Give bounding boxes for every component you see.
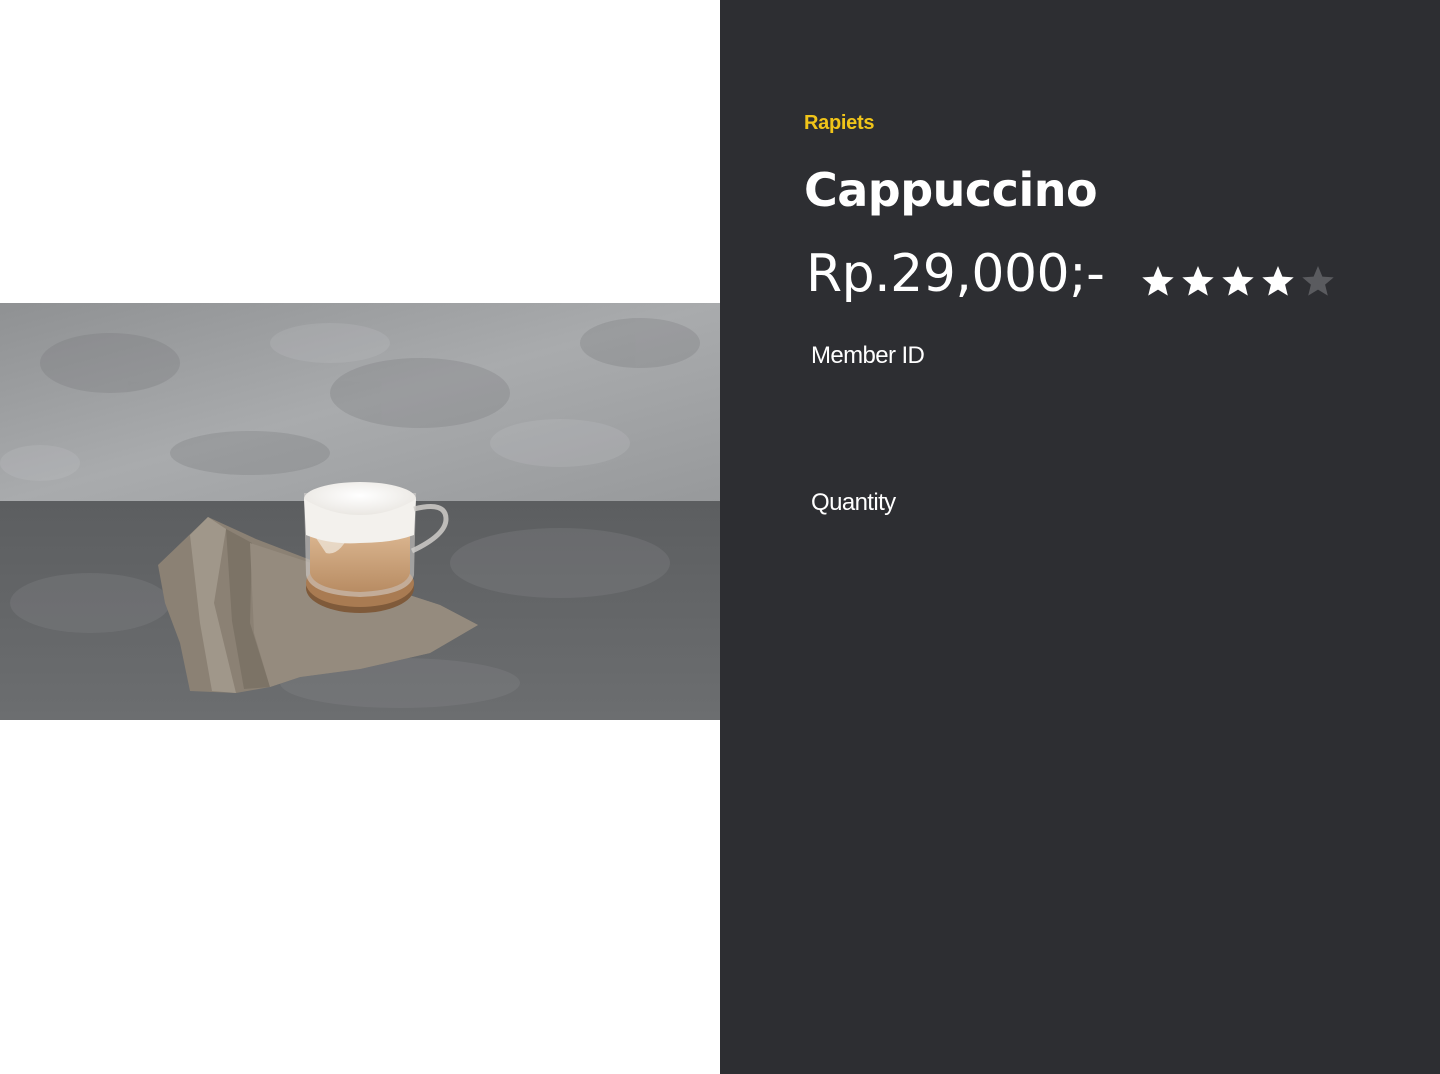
star-rating [1138,263,1338,299]
product-image-pane [0,0,720,1074]
star-icon [1222,266,1255,296]
star-icon [1142,266,1175,296]
brand-name: Rapiets [804,112,875,134]
product-detail-page: Rapiets Cappuccino Rp.29,000;- Member ID… [0,0,1440,1074]
product-price: Rp.29,000;- [806,244,1105,304]
product-info-panel: Rapiets Cappuccino Rp.29,000;- Member ID… [720,0,1440,1074]
member-id-label: Member ID [811,342,925,369]
price-rating-row: Rp.29,000;- [806,244,1338,304]
star-icon [1182,266,1215,296]
product-photo [0,303,720,720]
star-empty-icon [1302,266,1335,296]
star-icon [1262,266,1295,296]
quantity-label: Quantity [811,489,896,516]
product-title: Cappuccino [804,163,1098,217]
